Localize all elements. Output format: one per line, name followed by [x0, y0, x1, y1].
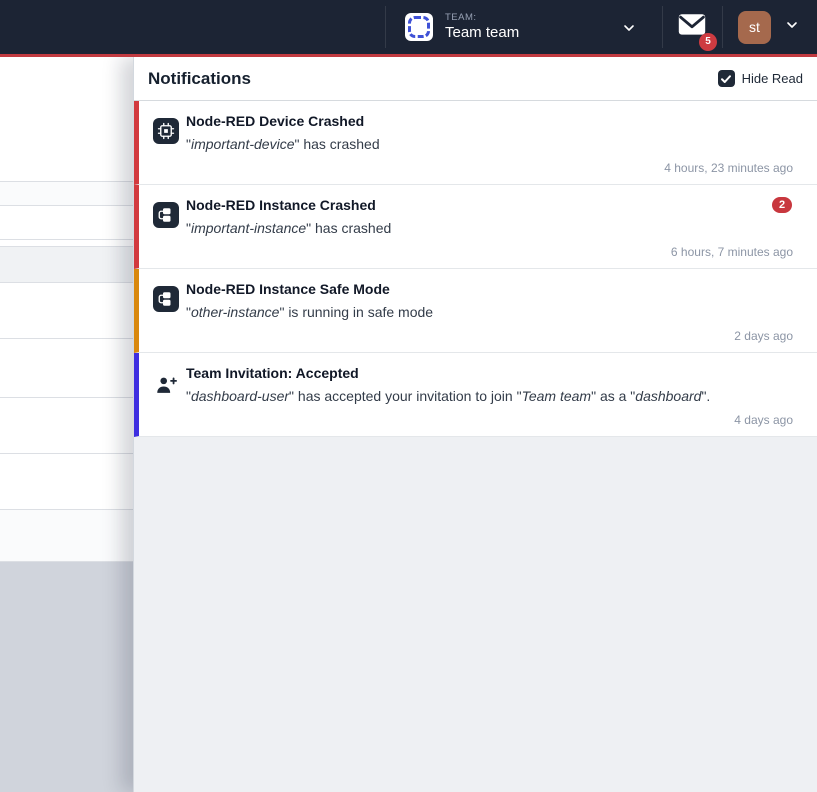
instance-icon: [153, 202, 179, 228]
hide-read-label: Hide Read: [742, 71, 803, 86]
notification-title: Team Invitation: Accepted: [186, 365, 359, 381]
notification-item-team-invitation[interactable]: Team Invitation: Accepted "dashboard-use…: [134, 353, 817, 437]
notification-body: "important-device" has crashed: [186, 136, 380, 152]
hide-read-checkbox[interactable]: [718, 70, 735, 87]
notification-timestamp: 2 days ago: [734, 329, 793, 343]
notification-title: Node-RED Instance Safe Mode: [186, 281, 390, 297]
page-title: Notifications: [148, 69, 251, 89]
notifications-panel-header: Notifications Hide Read: [134, 57, 817, 101]
user-menu-dropdown[interactable]: st: [722, 0, 817, 54]
team-name: Team team: [445, 24, 519, 41]
notification-timestamp: 4 days ago: [734, 413, 793, 427]
hide-read-toggle[interactable]: Hide Read: [718, 70, 803, 87]
chevron-down-icon: [784, 17, 800, 38]
instance-icon: [153, 286, 179, 312]
team-label: TEAM:: [445, 13, 519, 24]
notifications-panel: Notifications Hide Read Node-RED Device …: [133, 57, 817, 792]
notification-title: Node-RED Device Crashed: [186, 113, 364, 129]
notifications-mail-button[interactable]: 5: [662, 0, 722, 54]
user-add-icon: [153, 372, 179, 398]
mail-unread-badge: 5: [699, 33, 717, 51]
notification-item-instance-crashed[interactable]: Node-RED Instance Crashed 2 "important-i…: [134, 185, 817, 269]
notification-item-device-crashed[interactable]: Node-RED Device Crashed "important-devic…: [134, 101, 817, 185]
notification-count-badge: 2: [772, 197, 792, 213]
notification-body: "important-instance" has crashed: [186, 220, 391, 236]
notification-body: "dashboard-user" has accepted your invit…: [186, 388, 710, 404]
team-selector-dropdown[interactable]: TEAM: Team team: [385, 0, 662, 54]
top-navbar: TEAM: Team team 5 st: [0, 0, 817, 57]
team-avatar-icon: [405, 13, 433, 41]
avatar: st: [738, 11, 771, 44]
notification-title: Node-RED Instance Crashed: [186, 197, 376, 213]
notification-timestamp: 4 hours, 23 minutes ago: [664, 161, 793, 175]
chevron-down-icon: [621, 20, 637, 41]
device-chip-icon: [153, 118, 179, 144]
notification-list: Node-RED Device Crashed "important-devic…: [134, 101, 817, 437]
notification-timestamp: 6 hours, 7 minutes ago: [671, 245, 793, 259]
notification-body: "other-instance" is running in safe mode: [186, 304, 433, 320]
notification-item-safe-mode[interactable]: Node-RED Instance Safe Mode "other-insta…: [134, 269, 817, 353]
